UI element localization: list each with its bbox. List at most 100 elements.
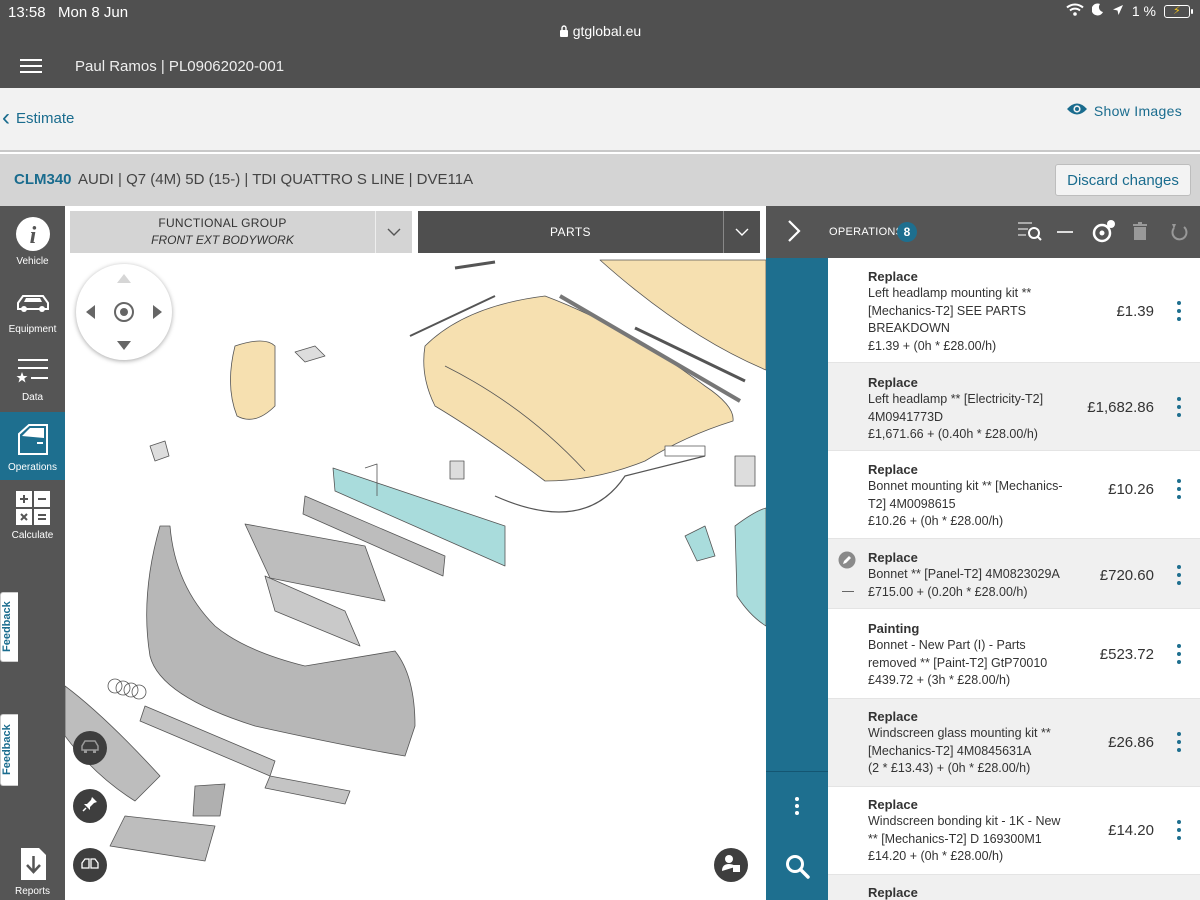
operation-type: Replace [868, 269, 918, 284]
minus-icon[interactable] [1056, 220, 1074, 249]
door-icon [0, 420, 65, 460]
search-list-icon[interactable] [1016, 219, 1042, 248]
operation-description: Left headlamp mounting kit ** [Mechanics… [868, 286, 1032, 335]
functional-group-value: FRONT EXT BODYWORK [151, 233, 294, 247]
kebab-menu-icon[interactable] [1174, 644, 1184, 668]
sidebar-item-data[interactable]: Data [0, 342, 65, 410]
operation-formula: £715.00 + (0.20h * £28.00/h) [868, 585, 1028, 599]
show-images-toggle[interactable]: Show Images [1066, 102, 1182, 119]
operation-price: £14.20 [1108, 822, 1154, 839]
chevron-down-icon[interactable] [723, 211, 760, 253]
chevron-left-icon: ‹ [2, 104, 10, 131]
operation-type: Replace [868, 462, 918, 477]
collapse-dash [842, 591, 854, 592]
battery-icon: ⚡ [1164, 4, 1193, 18]
parts-dropdown[interactable]: PARTS [418, 211, 760, 253]
sidebar-label-reports: Reports [14, 886, 50, 897]
functional-group-dropdown[interactable]: FUNCTIONAL GROUP FRONT EXT BODYWORK [70, 211, 412, 253]
pin-button[interactable] [73, 789, 107, 823]
discard-changes-button[interactable]: Discard changes [1055, 164, 1191, 196]
feedback-tab[interactable]: Feedback [0, 592, 18, 662]
edit-pencil-icon[interactable] [838, 551, 856, 569]
kebab-menu-icon[interactable] [1174, 565, 1184, 589]
operation-description: Bonnet mounting kit ** [Mechanics-T2] 4M… [868, 479, 1063, 511]
sidebar-label-operations: Operations [8, 462, 57, 473]
vehicle-bar: CLM340 AUDI | Q7 (4M) 5D (15-) | TDI QUA… [0, 154, 1200, 206]
operation-formula: £1.39 + (0h * £28.00/h) [868, 339, 997, 353]
operation-row[interactable]: Replace Windscreen glass mounting kit **… [828, 699, 1200, 787]
operation-row[interactable]: Replace [828, 875, 1200, 900]
operation-price: £26.86 [1108, 734, 1154, 751]
operation-formula: (2 * £13.43) + (0h * £28.00/h) [868, 761, 1031, 775]
operations-label: OPERATIONS [829, 226, 904, 238]
functional-group-label: FUNCTIONAL GROUP [158, 216, 287, 230]
operation-type: Replace [868, 709, 918, 724]
operation-description: Bonnet ** [Panel-T2] 4M0823029A [868, 567, 1060, 581]
back-to-estimate-link[interactable]: ‹ Estimate [2, 104, 74, 131]
battery-percent: 1 % [1131, 3, 1156, 19]
user-assign-button[interactable] [714, 848, 748, 882]
operation-row[interactable]: Replace Bonnet mounting kit ** [Mechanic… [828, 451, 1200, 539]
operation-type: Replace [868, 550, 918, 565]
operation-description: Left headlamp ** [Electricity-T2] 4M0941… [868, 392, 1044, 424]
sidebar-label-data: Data [21, 392, 44, 403]
chevron-down-icon[interactable] [375, 211, 412, 253]
operation-row[interactable]: Painting Bonnet - New Part (I) - Parts r… [828, 609, 1200, 699]
operations-rail [766, 258, 828, 900]
sidebar-item-vehicle[interactable]: i Vehicle [0, 206, 65, 274]
undo-icon[interactable] [1169, 219, 1189, 248]
download-report-icon [0, 844, 65, 884]
operation-description: Windscreen glass mounting kit ** [Mechan… [868, 726, 1051, 758]
search-icon[interactable] [785, 854, 811, 880]
operation-price: £1,682.86 [1087, 399, 1154, 416]
lock-icon [559, 24, 569, 40]
chevron-right-icon[interactable] [786, 218, 802, 249]
operation-row[interactable]: Replace Left headlamp ** [Electricity-T2… [828, 363, 1200, 451]
parts-label: PARTS [550, 225, 591, 239]
status-time: 13:58 [8, 4, 46, 21]
sidebar-label-vehicle: Vehicle [16, 256, 49, 267]
kebab-menu-icon[interactable] [1174, 397, 1184, 421]
operation-formula: £439.72 + (3h * £28.00/h) [868, 673, 1011, 687]
operation-type: Replace [868, 885, 918, 900]
operation-price: £10.26 [1108, 481, 1154, 498]
eye-icon [1066, 102, 1088, 119]
operation-row[interactable]: Replace Bonnet ** [Panel-T2] 4M0823029A … [828, 539, 1200, 609]
calculator-icon [0, 488, 65, 528]
operation-formula: £1,671.66 + (0.40h * £28.00/h) [868, 427, 1038, 441]
sidebar-item-equipment[interactable]: Equipment [0, 274, 65, 342]
app-header: Paul Ramos | PL09062020-001 [0, 44, 1200, 88]
operation-type: Painting [868, 621, 920, 636]
status-bar: 13:58 Mon 8 Jun gtglobal.eu 1 % ⚡ [0, 0, 1200, 44]
diagram-pan-control[interactable] [76, 264, 172, 360]
show-images-label: Show Images [1093, 102, 1182, 119]
headlamp-mounting-part [230, 340, 276, 420]
sidebar-item-reports[interactable]: Reports [0, 836, 65, 900]
feedback-tab-secondary[interactable]: Feedback [0, 714, 18, 786]
operation-row[interactable]: Replace Windscreen bonding kit - 1K - Ne… [828, 787, 1200, 875]
operation-row[interactable]: Replace Left headlamp mounting kit ** [M… [828, 258, 1200, 363]
kebab-menu-icon[interactable] [1174, 732, 1184, 756]
add-operation-icon[interactable] [1091, 219, 1117, 250]
car-front-icon [80, 738, 100, 759]
operation-price: £720.60 [1099, 567, 1154, 584]
more-options-icon[interactable] [793, 796, 801, 816]
operation-formula: £10.26 + (0h * £28.00/h) [868, 514, 1004, 528]
left-sidebar: i Vehicle Equipment Data Operations Calc… [0, 206, 65, 900]
vehicle-description: AUDI | Q7 (4M) 5D (15-) | TDI QUATTRO S … [78, 171, 474, 188]
address-url[interactable]: gtglobal.eu [0, 23, 1200, 40]
sidebar-item-calculate[interactable]: Calculate [0, 480, 65, 548]
rail-divider [766, 771, 828, 772]
kebab-menu-icon[interactable] [1174, 479, 1184, 503]
url-text: gtglobal.eu [572, 23, 642, 39]
operation-price: £1.39 [1116, 303, 1154, 320]
kebab-menu-icon[interactable] [1174, 820, 1184, 844]
vehicle-view-button[interactable] [73, 731, 107, 765]
hamburger-menu-icon[interactable] [20, 55, 42, 77]
kebab-menu-icon[interactable] [1174, 301, 1184, 325]
location-arrow-icon [1112, 3, 1124, 19]
sidebar-item-operations[interactable]: Operations [0, 412, 65, 480]
swap-view-button[interactable] [73, 848, 107, 882]
operations-header: OPERATIONS 8 [766, 206, 1200, 258]
trash-icon[interactable] [1132, 219, 1148, 248]
